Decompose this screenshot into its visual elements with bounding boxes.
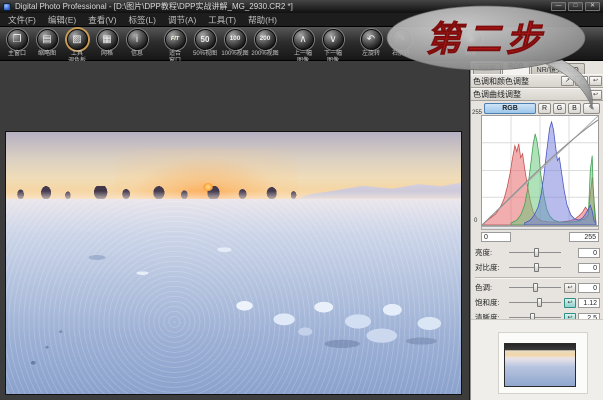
histogram-tick-bar[interactable] <box>481 226 599 230</box>
tone-color-section-header: 色调和颜色调整 ↗ ↗ ↩ <box>471 74 603 88</box>
tab-nr-lens-alo[interactable]: NR/镜头/ALO <box>531 63 585 74</box>
histogram-min-label: 0 <box>474 218 477 224</box>
highlight-point-input[interactable]: 255 <box>569 232 599 242</box>
prev-image-button[interactable]: ∧ 上一幅 图像 <box>288 29 318 64</box>
grid-icon: ▦ <box>97 29 118 50</box>
rotate-left-button[interactable]: ↶ 左旋转 <box>356 29 386 58</box>
menu-item-help[interactable]: 帮助(H) <box>244 14 285 26</box>
tool-palette-panel: RAW RGB NR/镜头/ALO 色调和颜色调整 ↗ ↗ ↩ 色调曲线调整 ↩… <box>470 61 603 400</box>
register-settings-button[interactable]: ↗ <box>561 76 574 86</box>
photo-canvas[interactable] <box>5 131 462 395</box>
contrast-slider[interactable] <box>509 263 561 272</box>
sun <box>203 183 213 191</box>
view-100-icon: 100 <box>225 29 246 50</box>
slider-divider <box>475 277 600 278</box>
menu-item-tools[interactable]: 工具(T) <box>204 14 244 26</box>
saturation-slider[interactable] <box>509 298 561 307</box>
channel-r-button[interactable]: R <box>538 103 551 114</box>
view-50-icon: 50 <box>195 29 216 50</box>
saturation-row: 饱和度: ↩ 1.12 <box>471 295 603 310</box>
main-window-icon: ❐ <box>7 29 28 50</box>
view-200-icon: 200 <box>255 29 276 50</box>
channel-selector: RGB R G B ✎ <box>471 101 603 115</box>
apply-settings-button[interactable]: ↗ <box>575 76 588 86</box>
brightness-value[interactable]: 0 <box>578 248 600 258</box>
toolbar: ❐ 主窗口 ▤ 缩略图 ▨ 工具 调色板 ▦ 网格 i 信息 FIT 适合 窗口… <box>0 27 603 61</box>
curve-range-inputs: 0 255 <box>481 232 599 243</box>
section-undo-button[interactable]: ↩ <box>589 76 602 86</box>
brightness-row: 亮度: 0 <box>471 245 603 260</box>
stamp-icon: ◉ <box>461 29 482 50</box>
tool-palette-button[interactable]: ▨ 工具 调色板 <box>62 29 92 64</box>
ice-blocks <box>197 284 461 352</box>
view-50-button[interactable]: 50 50%视图 <box>190 29 220 58</box>
shadow-point-input[interactable]: 0 <box>481 232 511 242</box>
menu-item-edit[interactable]: 编辑(E) <box>44 14 84 26</box>
adjustment-sliders: 亮度: 0 对比度: 0 色调: ↩ 0 <box>471 245 603 325</box>
rotate-right-icon: ↷ <box>391 29 412 50</box>
menu-item-file[interactable]: 文件(F) <box>4 14 44 26</box>
window-title: Digital Photo Professional - [D:\图片\DPP教… <box>15 1 547 12</box>
channel-rgb-button[interactable]: RGB <box>484 103 536 114</box>
next-image-button[interactable]: ∨ 下一幅 图像 <box>318 29 348 64</box>
tone-curve-histogram[interactable] <box>481 115 599 226</box>
contrast-value[interactable]: 0 <box>578 263 600 273</box>
hue-slider[interactable] <box>509 283 561 292</box>
thumbnails-icon: ▤ <box>37 29 58 50</box>
info-icon: i <box>127 29 148 50</box>
title-bar[interactable]: Digital Photo Professional - [D:\图片\DPP教… <box>0 0 603 13</box>
navigator-panel <box>471 319 603 400</box>
tool-palette-icon: ▨ <box>67 29 88 50</box>
fit-window-icon: FIT <box>165 29 186 50</box>
grid-button[interactable]: ▦ 网格 <box>92 29 122 58</box>
view-100-button[interactable]: 100 100%视图 <box>220 29 250 58</box>
info-button[interactable]: i 信息 <box>122 29 152 58</box>
saturation-value[interactable]: 1.12 <box>578 298 600 308</box>
brightness-slider[interactable] <box>509 248 561 257</box>
app-icon <box>3 3 11 11</box>
menu-bar: 文件(F) 编辑(E) 查看(V) 标签(L) 调节(A) 工具(T) 帮助(H… <box>0 13 603 27</box>
maximize-button[interactable]: □ <box>568 2 583 11</box>
chevron-up-icon: ∧ <box>293 29 314 50</box>
rotate-right-button[interactable]: ↷ 右旋转 <box>386 29 416 58</box>
main-window-button[interactable]: ❐ 主窗口 <box>2 29 32 58</box>
hue-knob[interactable] <box>533 283 538 292</box>
menu-item-view[interactable]: 查看(V) <box>84 14 124 26</box>
hue-row: 色调: ↩ 0 <box>471 280 603 295</box>
menu-item-label[interactable]: 标签(L) <box>125 14 164 26</box>
saturation-undo-button[interactable]: ↩ <box>564 298 576 308</box>
editor-area <box>0 61 470 400</box>
brightness-knob[interactable] <box>534 248 539 257</box>
chevron-down-icon: ∨ <box>323 29 344 50</box>
close-button[interactable]: ✕ <box>585 2 600 11</box>
navigator-card <box>498 332 588 394</box>
hue-value[interactable]: 0 <box>578 283 600 293</box>
app-window: Digital Photo Professional - [D:\图片\DPP教… <box>0 0 603 400</box>
curve-edit-pencil-button[interactable]: ✎ <box>583 103 600 114</box>
tab-raw[interactable]: RAW <box>473 63 501 74</box>
rotate-left-icon: ↶ <box>361 29 382 50</box>
minimize-button[interactable]: — <box>551 2 566 11</box>
contrast-knob[interactable] <box>534 263 539 272</box>
menu-item-adjust[interactable]: 调节(A) <box>164 14 204 26</box>
curve-undo-button[interactable]: ↩ <box>589 90 602 100</box>
channel-b-button[interactable]: B <box>568 103 581 114</box>
tone-curve-section-header: 色调曲线调整 ↩ <box>471 88 603 101</box>
hue-undo-button[interactable]: ↩ <box>564 283 576 293</box>
stamp-button[interactable]: ◉ 图章 <box>456 29 486 58</box>
fit-window-button[interactable]: FIT 适合 窗口 <box>160 29 190 64</box>
thumbnails-button[interactable]: ▤ 缩略图 <box>32 29 62 58</box>
view-200-button[interactable]: 200 200%视图 <box>250 29 280 58</box>
navigator-thumbnail[interactable] <box>504 343 576 387</box>
tab-rgb[interactable]: RGB <box>502 61 530 74</box>
saturation-knob[interactable] <box>537 298 542 307</box>
contrast-row: 对比度: 0 <box>471 260 603 275</box>
palette-tabs: RAW RGB NR/镜头/ALO <box>473 61 586 74</box>
channel-g-button[interactable]: G <box>553 103 566 114</box>
